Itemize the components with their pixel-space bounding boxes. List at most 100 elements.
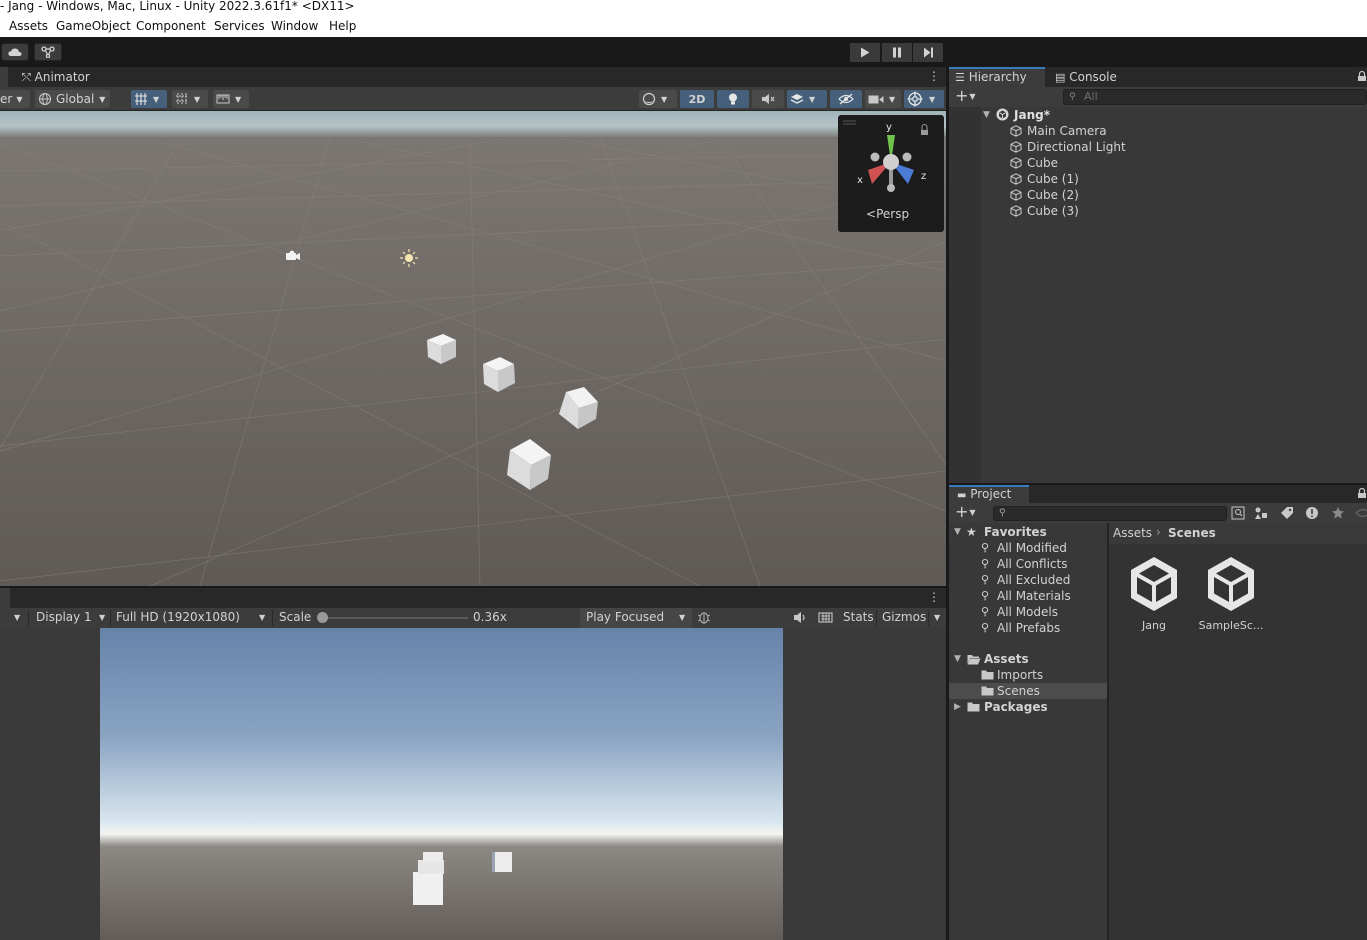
menu-assets[interactable]: Assets [9,16,48,37]
gameobject-cube-icon [1010,173,1022,185]
snap-increment-toggle[interactable]: ▼ [172,90,208,108]
gizmos-dropdown[interactable]: ▼ [904,90,944,108]
pivot-dropdown[interactable]: er ▼ [0,90,30,108]
keyboard-icon[interactable] [818,608,833,628]
animator-icon: ⤲ [22,71,31,84]
global-dropdown[interactable]: Global ▼ [35,90,110,108]
hidden-objects-toggle[interactable] [830,90,862,108]
scale-slider-track[interactable] [322,617,468,619]
project-search-input[interactable]: ⚲ [993,506,1227,521]
hierarchy-search-input[interactable]: ⚲ All [1063,89,1367,105]
globe-icon [38,92,52,106]
assets-folder-row[interactable]: ▼ Assets [949,651,1107,667]
favorite-item[interactable]: ⚲ All Excluded [949,572,1107,588]
collab-button[interactable] [34,43,62,61]
game-menu-kebab-icon[interactable]: ⋮ [928,590,940,606]
hierarchy-item[interactable]: Cube (2) [949,187,1367,203]
create-asset-button[interactable]: +▼ [955,503,981,523]
2d-toggle[interactable]: 2D [680,90,714,108]
asset-tile[interactable]: SampleSc... [1199,555,1263,635]
menu-window[interactable]: Window [271,16,318,37]
favorite-item[interactable]: ⚲ All Materials [949,588,1107,604]
menu-bar: Assets GameObject Component Services Win… [0,16,1367,37]
hierarchy-item[interactable]: Main Camera [949,123,1367,139]
tab-hierarchy-label: Hierarchy [968,70,1027,84]
audio-toggle[interactable] [752,90,784,108]
scene-root-row[interactable]: ▼ Jang* [949,107,1367,123]
search-filter-icon[interactable] [1231,506,1245,520]
favorite-item[interactable]: ⚲ All Models [949,604,1107,620]
tab-hierarchy[interactable]: ☰ Hierarchy [949,67,1045,87]
play-button[interactable] [850,43,880,62]
chevron-down-icon: ▼ [661,94,668,104]
grid-snap-toggle[interactable]: ▼ [131,90,167,108]
expand-arrow-icon[interactable]: ▼ [954,651,961,667]
folder-icon [981,670,994,680]
bug-icon[interactable] [697,608,711,628]
folder-item[interactable]: Imports [949,667,1107,683]
scene-view[interactable] [0,111,946,586]
lighting-toggle[interactable] [717,90,749,108]
menu-gameobject[interactable]: GameObject [56,16,131,37]
lock-icon[interactable] [1357,487,1367,499]
asset-tile[interactable]: Jang [1125,555,1183,635]
type-filter-icon[interactable] [1254,506,1268,520]
warning-filter-icon[interactable] [1305,506,1319,520]
tab-animator[interactable]: ⤲ Animator [16,67,98,87]
folder-item-selected[interactable]: Scenes [949,683,1107,699]
tab-console[interactable]: ▤ Console [1047,67,1125,87]
chevron-down-icon[interactable]: ▼ [14,608,20,628]
hierarchy-item[interactable]: Cube (1) [949,171,1367,187]
tab-game[interactable] [0,588,10,608]
game-view[interactable] [100,628,783,940]
increment-snap-button[interactable]: ▼ [213,90,249,108]
gizmos-button[interactable]: Gizmos [882,608,926,628]
display-dropdown[interactable]: Display 1 [36,608,92,628]
expand-arrow-icon[interactable]: ▼ [983,107,990,123]
favorites-row[interactable]: ▼ ★ Favorites [949,524,1107,540]
hierarchy-item[interactable]: Directional Light [949,139,1367,155]
draw-mode-dropdown[interactable]: ▼ [639,90,677,108]
hidden-packages-icon[interactable] [1355,506,1367,520]
camera-dropdown[interactable]: ▼ [865,90,901,108]
breadcrumb-scenes[interactable]: Scenes [1168,526,1216,540]
chevron-down-icon: ▼ [16,94,23,104]
layers-icon [790,93,804,104]
favorite-star-icon[interactable] [1331,506,1345,520]
label-filter-icon[interactable] [1280,506,1294,520]
pause-button[interactable] [882,43,912,62]
menu-component[interactable]: Component [136,16,206,37]
favorite-item[interactable]: ⚲ All Prefabs [949,620,1107,636]
add-object-button[interactable]: +▼ [955,87,981,107]
favorite-item[interactable]: ⚲ All Modified [949,540,1107,556]
scene-tab[interactable] [0,67,8,87]
orientation-gizmo[interactable]: y x z <Persp [838,115,944,232]
audio-icon[interactable] [793,608,807,628]
search-placeholder: All [1084,90,1098,103]
resolution-dropdown[interactable]: Full HD (1920x1080) [116,608,240,628]
play-mode-dropdown[interactable]: Play Focused ▼ [580,608,692,628]
packages-folder-row[interactable]: ▶ Packages [949,699,1107,715]
projection-toggle[interactable]: <Persp [866,207,909,221]
scale-slider-handle[interactable] [317,612,328,623]
breadcrumb-assets[interactable]: Assets [1113,526,1152,540]
favorite-item[interactable]: ⚲ All Conflicts [949,556,1107,572]
chevron-down-icon[interactable]: ▼ [934,608,940,628]
expand-arrow-icon[interactable]: ▼ [954,524,961,540]
menu-services[interactable]: Services [214,16,265,37]
scene-menu-kebab-icon[interactable]: ⋮ [928,69,940,85]
collapse-arrow-icon[interactable]: ▶ [954,699,961,715]
assets-folder-label: Assets [984,652,1029,666]
grid-icon [135,93,147,105]
tab-project[interactable]: ▬ Project [949,485,1029,503]
menu-help[interactable]: Help [329,16,356,37]
stats-button[interactable]: Stats [843,608,874,628]
game-render-graphic [100,628,783,940]
effects-dropdown[interactable]: ▼ [787,90,827,108]
audio-mute-icon [762,94,775,104]
step-button[interactable] [913,43,943,62]
hierarchy-item[interactable]: Cube (3) [949,203,1367,219]
lock-icon[interactable] [1357,70,1367,82]
hierarchy-item[interactable]: Cube [949,155,1367,171]
cloud-button[interactable] [1,43,29,61]
